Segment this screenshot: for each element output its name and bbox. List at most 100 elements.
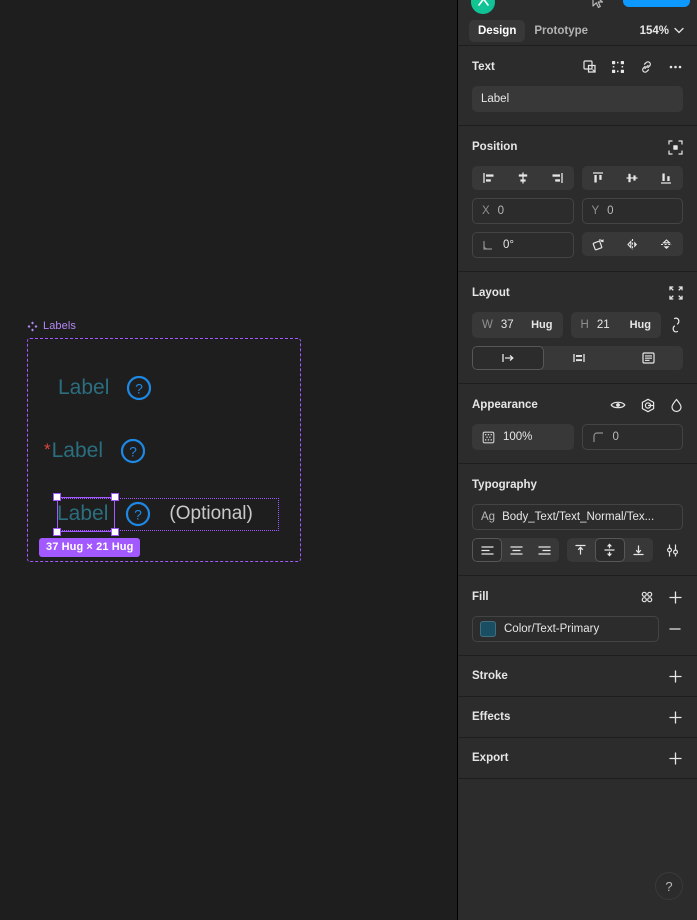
height-input[interactable]: H 21 Hug [570, 312, 661, 338]
export-section-title: Export [472, 752, 509, 764]
y-label: Y [591, 205, 600, 217]
text-align-left-button[interactable] [472, 538, 503, 562]
flip-vertical-button[interactable] [649, 232, 683, 256]
width-input[interactable]: W 37 Hug [472, 312, 563, 338]
align-right-button[interactable] [540, 166, 574, 190]
width-mode[interactable]: Hug [531, 319, 552, 331]
text-align-top-icon [575, 544, 586, 555]
align-vertical-center-button[interactable] [615, 166, 649, 190]
add-export-button[interactable] [668, 751, 683, 766]
aspect-ratio-lock-button[interactable] [669, 317, 683, 333]
link-icon[interactable] [639, 60, 654, 74]
absolute-position-icon[interactable] [668, 139, 683, 155]
effects-section[interactable]: Effects [458, 697, 697, 738]
x-label: X [482, 205, 490, 217]
add-fill-icon[interactable] [668, 590, 683, 605]
help-circle-icon[interactable]: ? [126, 375, 152, 401]
add-effect-button[interactable] [668, 710, 683, 725]
text-align-vertical-group [566, 538, 653, 562]
tab-design[interactable]: Design [469, 19, 526, 42]
add-export-icon [669, 751, 682, 765]
fixed-width-button[interactable] [544, 346, 614, 370]
text-style-selector[interactable]: Ag Body_Text/Text_Normal/Tex... [472, 504, 683, 530]
add-effect-icon [669, 710, 682, 724]
height-mode[interactable]: Hug [630, 319, 651, 331]
opacity-icon [482, 431, 495, 443]
type-settings-button[interactable] [661, 543, 683, 558]
collapse-icon[interactable] [669, 286, 683, 300]
tab-prototype[interactable]: Prototype [525, 20, 597, 42]
help-button[interactable]: ? [655, 872, 683, 900]
align-left-button[interactable] [472, 166, 506, 190]
component-set-icon[interactable] [611, 60, 625, 74]
svg-text:?: ? [135, 381, 143, 397]
visibility-eye-icon[interactable] [610, 398, 626, 412]
resize-handle-top-right[interactable] [111, 493, 119, 501]
selection-bounds[interactable] [53, 493, 119, 536]
layout-section: Layout W 37 Hug H 21 Hug [458, 272, 697, 384]
user-avatar[interactable] [471, 0, 495, 14]
typography-section-title: Typography [472, 479, 537, 491]
blend-mode-icon[interactable] [640, 398, 656, 413]
rotation-input[interactable]: 0° [472, 232, 574, 258]
add-stroke-button[interactable] [668, 669, 683, 684]
align-horizontal-center-button[interactable] [506, 166, 540, 190]
y-position-input[interactable]: Y 0 [581, 198, 683, 224]
flip-horizontal-button[interactable] [615, 232, 649, 256]
text-align-center-icon [510, 545, 523, 555]
help-circle-icon[interactable]: ? [120, 438, 146, 464]
label-text: Label [51, 439, 104, 462]
label-row[interactable]: Label ? [58, 374, 152, 402]
share-button[interactable] [623, 0, 690, 7]
panel-tabs: Design Prototype 154% [458, 16, 697, 46]
align-bottom-button[interactable] [649, 166, 683, 190]
design-canvas[interactable]: Labels Label ? * Label ? Label ? (Option… [0, 0, 457, 920]
avatar-glyph-icon [477, 0, 489, 6]
x-position-input[interactable]: X 0 [472, 198, 574, 224]
stroke-section[interactable]: Stroke [458, 656, 697, 697]
help-circle-icon[interactable]: ? [125, 501, 151, 527]
corner-radius-value: 0 [612, 431, 619, 443]
zoom-control[interactable]: 154% [640, 25, 686, 37]
transform-group [581, 232, 683, 256]
create-component-icon[interactable] [583, 60, 597, 74]
appearance-section-title: Appearance [472, 399, 538, 411]
fill-style-item[interactable]: Color/Text-Primary [472, 616, 659, 642]
remove-fill-icon [669, 628, 681, 630]
resize-handle-bottom-left[interactable] [53, 528, 61, 536]
resize-handle-bottom-right[interactable] [111, 528, 119, 536]
text-align-center-button[interactable] [502, 538, 530, 562]
text-align-horizontal-group [472, 538, 559, 562]
opacity-input[interactable]: 100% [472, 424, 574, 450]
fill-styles-icon[interactable] [640, 590, 654, 604]
text-align-right-button[interactable] [530, 538, 558, 562]
rotate-button[interactable] [582, 232, 616, 256]
export-section[interactable]: Export [458, 738, 697, 779]
auto-width-button[interactable] [472, 346, 544, 370]
cursor-icon[interactable] [591, 0, 605, 9]
required-asterisk: * [44, 440, 51, 459]
text-align-left-icon [480, 545, 494, 555]
align-bottom-icon [661, 173, 672, 184]
text-align-bottom-icon [633, 545, 645, 556]
resize-mode-group [472, 346, 683, 370]
rotate-icon [592, 238, 604, 250]
corner-radius-input[interactable]: 0 [581, 424, 683, 450]
layer-name-input[interactable]: Label [472, 86, 683, 112]
text-align-middle-button[interactable] [594, 538, 625, 562]
resize-handle-top-left[interactable] [53, 493, 61, 501]
layer-name-value: Label [481, 93, 510, 105]
label-row[interactable]: * Label ? [44, 437, 146, 465]
align-left-icon [483, 173, 494, 183]
drop-shadow-icon[interactable] [670, 398, 683, 413]
more-options-icon[interactable] [668, 60, 683, 74]
text-align-bottom-button[interactable] [625, 538, 653, 562]
layout-section-title: Layout [472, 287, 510, 299]
align-top-button[interactable] [582, 166, 616, 190]
remove-fill-button[interactable] [667, 622, 683, 636]
text-align-top-button[interactable] [567, 538, 595, 562]
fill-color-swatch[interactable] [480, 621, 496, 637]
align-vertical-center-icon [626, 173, 638, 183]
component-title[interactable]: Labels [27, 320, 76, 332]
text-truncate-button[interactable] [613, 346, 683, 370]
